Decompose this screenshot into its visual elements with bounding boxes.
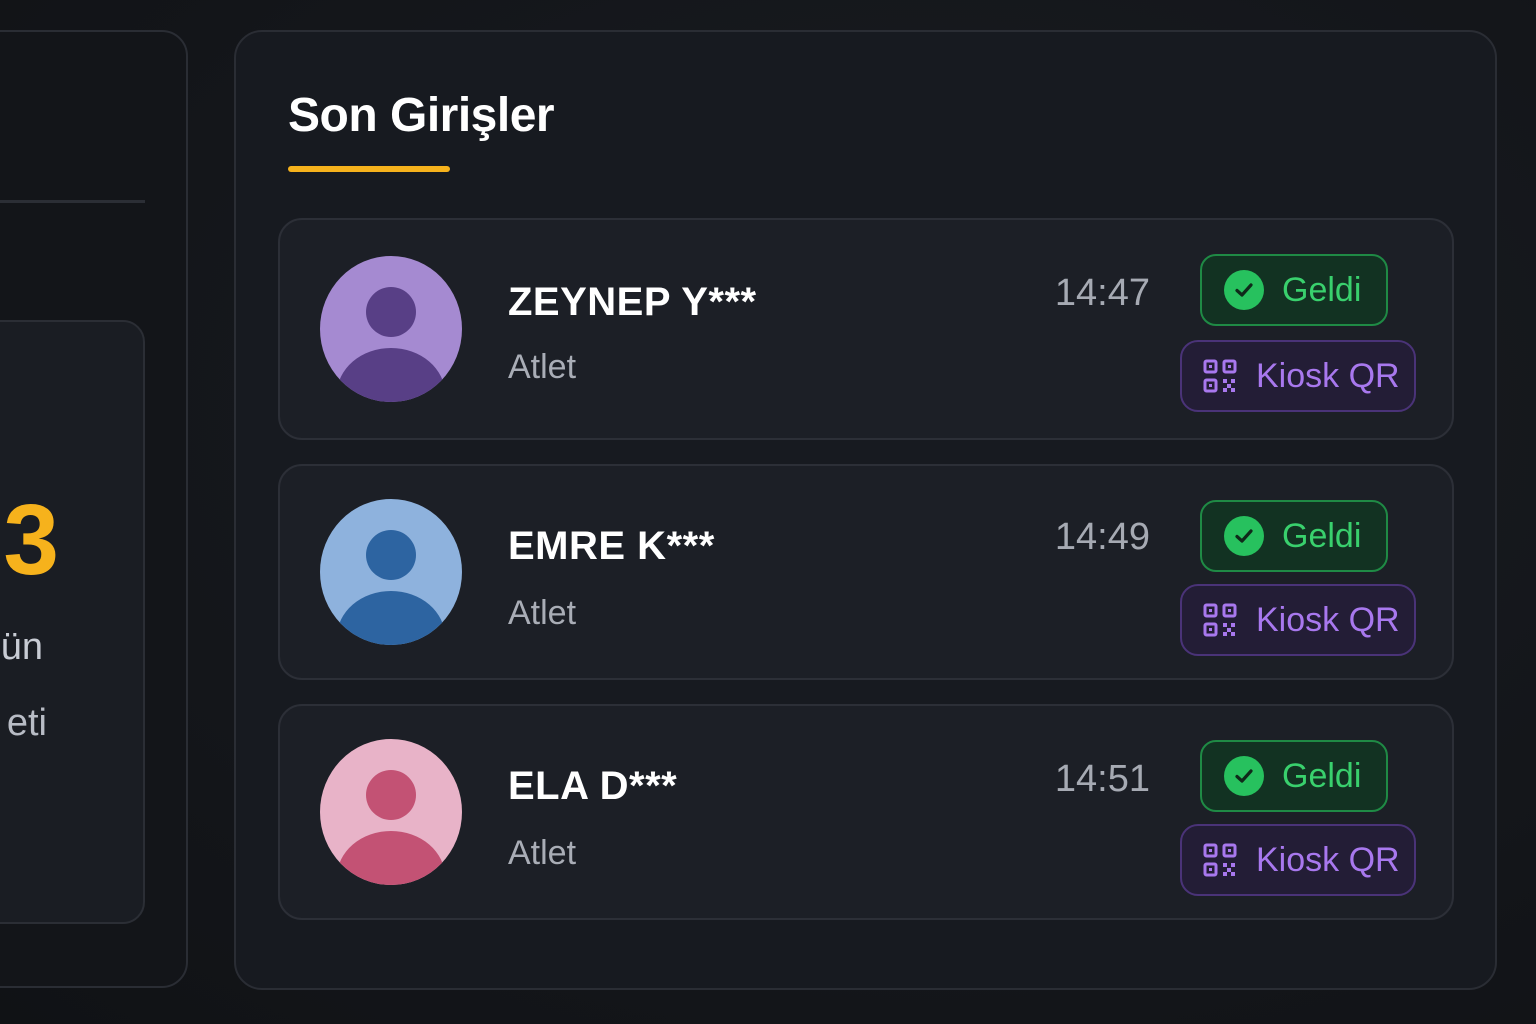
stats-count: 3 — [3, 484, 59, 596]
stats-card[interactable]: 3 ün eti — [0, 320, 145, 924]
app-screen: 3 ün eti Son Girişler ZEYNEP Y*** Atlet — [0, 0, 1536, 1024]
kiosk-qr-button[interactable]: Kiosk QR — [1180, 340, 1416, 412]
qr-code-icon — [1202, 358, 1238, 394]
entry-time: 14:49 — [1054, 516, 1150, 558]
qr-code-icon — [1202, 602, 1238, 638]
entry-card[interactable]: ELA D*** Atlet 14:51 Geldi Kiosk QR — [278, 704, 1454, 920]
status-label: Geldi — [1282, 270, 1362, 309]
panel-title: Son Girişler — [288, 89, 555, 142]
stats-label-line1: ün — [0, 626, 43, 668]
user-avatar-icon — [320, 256, 462, 402]
athlete-name: EMRE K*** — [508, 524, 715, 568]
left-panel-divider — [0, 200, 145, 203]
kiosk-qr-button[interactable]: Kiosk QR — [1180, 584, 1416, 656]
stats-label-line2: eti — [6, 702, 47, 744]
check-circle-icon — [1224, 756, 1264, 796]
athlete-name: ZEYNEP Y*** — [508, 280, 757, 324]
kiosk-qr-label: Kiosk QR — [1256, 600, 1400, 639]
status-label: Geldi — [1282, 516, 1362, 555]
status-geldi-button[interactable]: Geldi — [1200, 500, 1388, 572]
entry-time: 14:47 — [1054, 272, 1150, 314]
status-geldi-button[interactable]: Geldi — [1200, 740, 1388, 812]
status-label: Geldi — [1282, 756, 1362, 795]
athlete-name: ELA D*** — [508, 764, 678, 808]
recent-entries-panel: Son Girişler ZEYNEP Y*** Atlet 14:47 Gel… — [234, 30, 1497, 990]
kiosk-qr-label: Kiosk QR — [1256, 356, 1400, 395]
entry-card[interactable]: ZEYNEP Y*** Atlet 14:47 Geldi Kiosk QR — [278, 218, 1454, 440]
kiosk-qr-button[interactable]: Kiosk QR — [1180, 824, 1416, 896]
athlete-role: Atlet — [508, 834, 577, 872]
status-geldi-button[interactable]: Geldi — [1200, 254, 1388, 326]
title-underline — [288, 166, 450, 172]
kiosk-qr-label: Kiosk QR — [1256, 840, 1400, 879]
check-circle-icon — [1224, 516, 1264, 556]
athlete-role: Atlet — [508, 594, 577, 632]
check-circle-icon — [1224, 270, 1264, 310]
athlete-role: Atlet — [508, 348, 577, 386]
user-avatar-icon — [320, 739, 462, 885]
entry-time: 14:51 — [1054, 758, 1150, 800]
qr-code-icon — [1202, 842, 1238, 878]
user-avatar-icon — [320, 499, 462, 645]
left-stats-panel: 3 ün eti — [0, 30, 188, 988]
entry-card[interactable]: EMRE K*** Atlet 14:49 Geldi Kiosk QR — [278, 464, 1454, 680]
entries-list: ZEYNEP Y*** Atlet 14:47 Geldi Kiosk QR E… — [278, 218, 1454, 944]
